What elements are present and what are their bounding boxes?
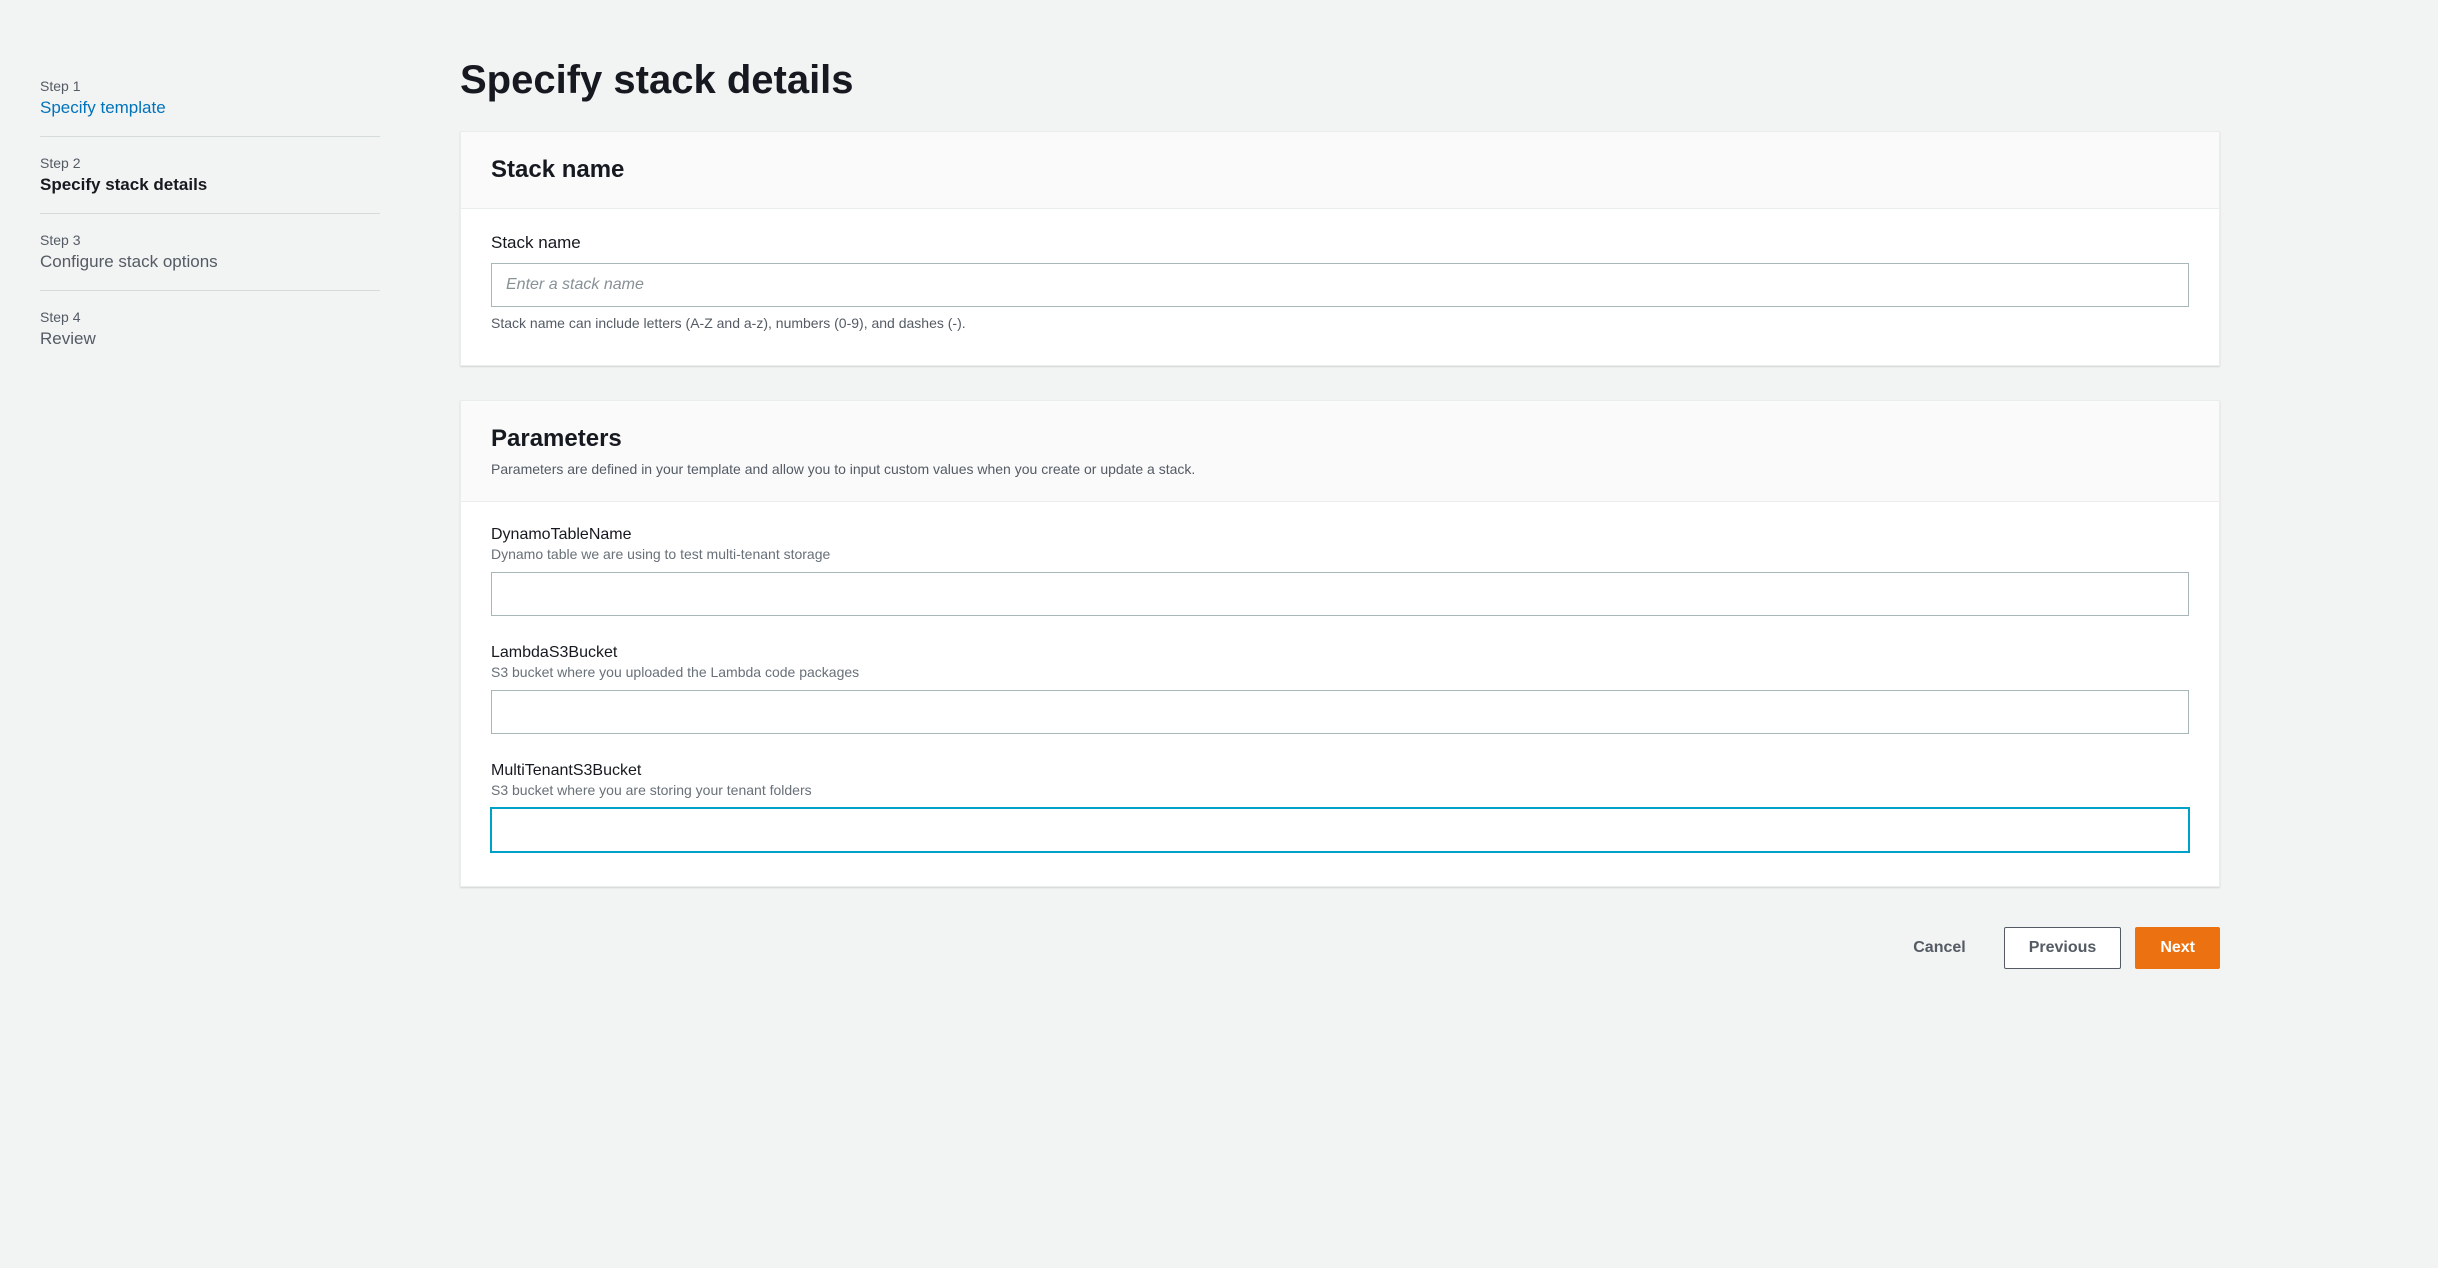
param-lambdas3bucket-label: LambdaS3Bucket bbox=[491, 644, 2189, 662]
page-title: Specify stack details bbox=[460, 58, 2220, 103]
wizard-step-1-num: Step 1 bbox=[40, 78, 380, 94]
next-button[interactable]: Next bbox=[2135, 927, 2220, 969]
param-multitenants3bucket-label: MultiTenantS3Bucket bbox=[491, 762, 2189, 780]
param-dynamotablename-input[interactable] bbox=[491, 572, 2189, 616]
parameters-panel-title: Parameters bbox=[491, 425, 2189, 453]
wizard-step-4[interactable]: Step 4 Review bbox=[40, 291, 380, 367]
parameters-panel-body: DynamoTableName Dynamo table we are usin… bbox=[461, 502, 2219, 886]
param-multitenants3bucket-input[interactable] bbox=[491, 808, 2189, 852]
param-dynamotablename-hint: Dynamo table we are using to test multi-… bbox=[491, 546, 2189, 562]
stack-name-panel-header: Stack name bbox=[461, 132, 2219, 209]
parameters-panel-desc: Parameters are defined in your template … bbox=[491, 461, 2189, 477]
stack-name-label: Stack name bbox=[491, 233, 2189, 253]
wizard-steps: Step 1 Specify template Step 2 Specify s… bbox=[40, 40, 380, 1208]
stack-name-field: Stack name Stack name can include letter… bbox=[491, 233, 2189, 331]
page-container: Step 1 Specify template Step 2 Specify s… bbox=[0, 0, 2438, 1268]
cancel-button[interactable]: Cancel bbox=[1889, 927, 1989, 969]
stack-name-panel: Stack name Stack name Stack name can inc… bbox=[460, 131, 2220, 366]
wizard-footer: Cancel Previous Next bbox=[460, 921, 2220, 969]
main-content: Specify stack details Stack name Stack n… bbox=[460, 40, 2220, 1208]
stack-name-panel-body: Stack name Stack name can include letter… bbox=[461, 209, 2219, 365]
previous-button[interactable]: Previous bbox=[2004, 927, 2122, 969]
wizard-step-3[interactable]: Step 3 Configure stack options bbox=[40, 214, 380, 291]
wizard-step-4-num: Step 4 bbox=[40, 309, 380, 325]
param-dynamotablename: DynamoTableName Dynamo table we are usin… bbox=[491, 526, 2189, 616]
param-lambdas3bucket-input[interactable] bbox=[491, 690, 2189, 734]
stack-name-panel-title: Stack name bbox=[491, 156, 2189, 184]
param-lambdas3bucket-hint: S3 bucket where you uploaded the Lambda … bbox=[491, 664, 2189, 680]
stack-name-hint: Stack name can include letters (A-Z and … bbox=[491, 315, 2189, 331]
wizard-step-4-title: Review bbox=[40, 329, 380, 349]
stack-name-input[interactable] bbox=[491, 263, 2189, 307]
parameters-panel-header: Parameters Parameters are defined in you… bbox=[461, 401, 2219, 502]
param-dynamotablename-label: DynamoTableName bbox=[491, 526, 2189, 544]
wizard-step-2-num: Step 2 bbox=[40, 155, 380, 171]
param-lambdas3bucket: LambdaS3Bucket S3 bucket where you uploa… bbox=[491, 644, 2189, 734]
parameters-panel: Parameters Parameters are defined in you… bbox=[460, 400, 2220, 887]
param-multitenants3bucket: MultiTenantS3Bucket S3 bucket where you … bbox=[491, 762, 2189, 852]
wizard-step-2[interactable]: Step 2 Specify stack details bbox=[40, 137, 380, 214]
wizard-step-1[interactable]: Step 1 Specify template bbox=[40, 60, 380, 137]
wizard-step-3-title: Configure stack options bbox=[40, 252, 380, 272]
wizard-step-1-title: Specify template bbox=[40, 98, 380, 118]
wizard-step-3-num: Step 3 bbox=[40, 232, 380, 248]
wizard-step-2-title: Specify stack details bbox=[40, 175, 380, 195]
param-multitenants3bucket-hint: S3 bucket where you are storing your ten… bbox=[491, 782, 2189, 798]
